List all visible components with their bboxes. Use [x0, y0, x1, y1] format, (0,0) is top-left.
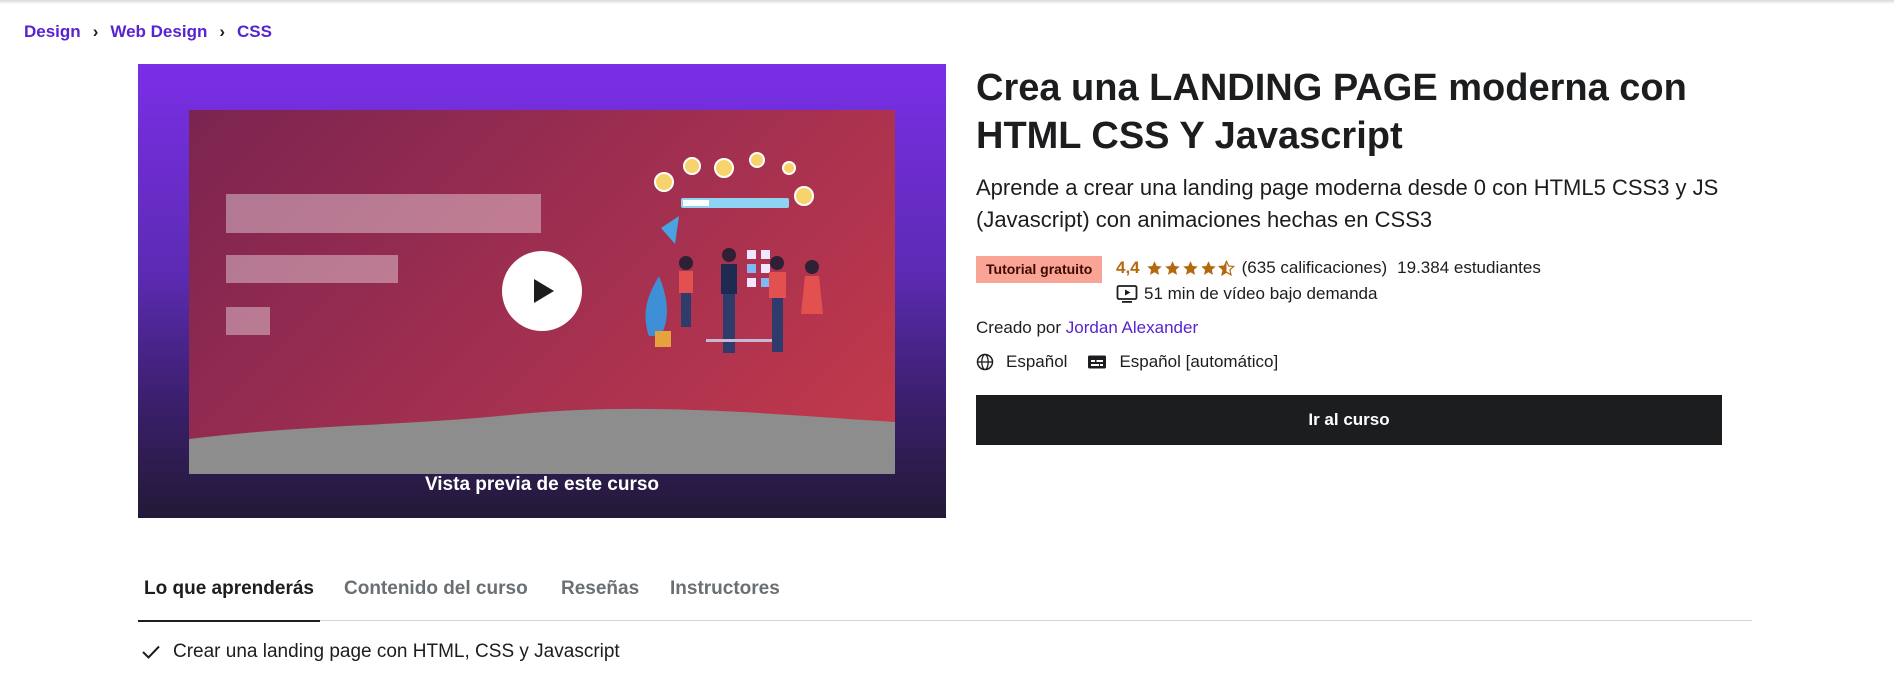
language-info: Español	[976, 352, 1067, 372]
tab-course-content[interactable]: Contenido del curso	[344, 570, 528, 620]
tab-reviews[interactable]: Reseñas	[561, 570, 639, 620]
preview-label: Vista previa de este curso	[424, 474, 660, 495]
breadcrumb-link-web-design[interactable]: Web Design	[110, 22, 207, 42]
breadcrumb-link-css[interactable]: CSS	[237, 22, 272, 42]
video-icon	[1116, 285, 1138, 303]
tab-what-you-learn[interactable]: Lo que aprenderás	[138, 570, 320, 622]
course-preview[interactable]: Vista previa de este curso	[138, 64, 946, 518]
star-icon	[1146, 260, 1162, 275]
free-tutorial-badge: Tutorial gratuito	[976, 256, 1103, 283]
learning-outcome-text: Crear una landing page con HTML, CSS y J…	[173, 641, 620, 662]
globe-icon	[976, 353, 994, 371]
play-button[interactable]	[502, 251, 582, 331]
creator-prefix: Creado por	[976, 318, 1062, 337]
star-icon	[1164, 260, 1180, 275]
students-count: 19.384 estudiantes	[1397, 258, 1541, 277]
rating-count[interactable]: (635 calificaciones)	[1242, 258, 1388, 278]
wave-decoration	[189, 408, 895, 474]
breadcrumb: Design › Web Design › CSS	[24, 22, 272, 42]
creator-row: Creado por Jordan Alexander	[976, 318, 1198, 338]
learning-outcome-item: Crear una landing page con HTML, CSS y J…	[141, 641, 620, 663]
star-icon	[1182, 260, 1198, 275]
check-icon	[142, 645, 160, 659]
language-label: Español	[1006, 352, 1068, 371]
rating-row: 4,4 (635 calificaciones) 19.384 estudian…	[1116, 258, 1541, 278]
course-tabs: Lo que aprenderás Contenido del curso Re…	[138, 570, 1752, 622]
placeholder-bar	[226, 255, 398, 283]
chevron-right-icon: ›	[92, 22, 99, 41]
chevron-right-icon: ›	[219, 22, 226, 41]
rating-score: 4,4	[1116, 258, 1140, 277]
duration-row: 51 min de vídeo bajo demanda	[1116, 284, 1377, 304]
closed-captions-icon	[1088, 355, 1107, 369]
video-duration: 51 min de vídeo bajo demanda	[1144, 284, 1378, 303]
play-icon	[534, 279, 554, 303]
star-icon	[1200, 260, 1216, 275]
captions-label: Español [automático]	[1119, 352, 1279, 371]
instructor-link[interactable]: Jordan Alexander	[1066, 318, 1198, 337]
tab-instructors[interactable]: Instructores	[670, 570, 780, 620]
course-subtitle: Aprende a crear una landing page moderna…	[976, 175, 1719, 232]
placeholder-bar	[226, 194, 541, 233]
top-shadow	[0, 0, 1894, 4]
team-illustration	[645, 152, 823, 353]
captions-info: Español [automático]	[1087, 352, 1278, 372]
breadcrumb-link-design[interactable]: Design	[24, 22, 81, 42]
half-star-icon	[1217, 259, 1235, 276]
course-title: Crea una LANDING PAGE moderna con HTML C…	[976, 67, 1687, 157]
language-row: Español Español [automático]	[976, 352, 1298, 372]
placeholder-bar	[226, 307, 270, 335]
go-to-course-button[interactable]: Ir al curso	[976, 395, 1722, 445]
rating-stars	[1146, 259, 1236, 277]
